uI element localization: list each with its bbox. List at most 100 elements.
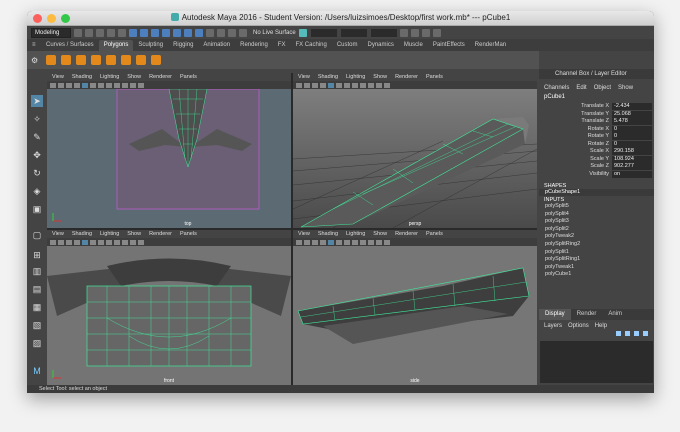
attribute-row[interactable]: Translate Z 5.478	[539, 118, 654, 125]
attribute-row[interactable]: Visibility on	[539, 170, 654, 178]
view-menu[interactable]: View	[298, 73, 310, 81]
poly-platonic-icon[interactable]	[151, 55, 161, 65]
render-frame-icon[interactable]	[217, 28, 225, 37]
shelf-tab-sculpting[interactable]: Sculpting	[133, 40, 168, 51]
renderer-menu[interactable]: Renderer	[395, 230, 418, 238]
poly-cube-icon[interactable]	[61, 55, 71, 65]
grid-icon[interactable]	[320, 82, 326, 88]
grid-icon[interactable]	[74, 82, 80, 88]
lighting-menu[interactable]: Lighting	[346, 230, 365, 238]
lights-icon[interactable]	[106, 82, 112, 88]
lighting-menu[interactable]: Lighting	[346, 73, 365, 81]
input-field-z[interactable]	[370, 28, 397, 37]
shading-menu[interactable]: Shading	[72, 230, 92, 238]
move-layer-up-icon[interactable]	[616, 331, 621, 336]
gate-icon[interactable]	[138, 239, 144, 245]
tab-render[interactable]: Render	[571, 309, 603, 320]
isolate-icon[interactable]	[376, 239, 382, 245]
options-menu[interactable]: Options	[568, 321, 589, 331]
outliner-layout-icon[interactable]: ▦	[31, 301, 43, 313]
isolate-icon[interactable]	[130, 239, 136, 245]
lasso-tool-icon[interactable]: ✧	[31, 113, 43, 125]
image-plane-icon[interactable]	[312, 82, 318, 88]
tool-settings-icon[interactable]	[421, 28, 430, 37]
smooth-shade-icon[interactable]	[336, 239, 342, 245]
bookmark-icon[interactable]	[304, 239, 310, 245]
input-node[interactable]: polyTweak2	[539, 233, 654, 241]
redo-icon[interactable]	[118, 28, 126, 37]
camera-icon[interactable]	[296, 82, 302, 88]
wireframe-icon[interactable]	[82, 239, 88, 245]
attribute-row[interactable]: Rotate Z0	[539, 140, 654, 148]
attribute-value[interactable]: 0	[612, 133, 652, 140]
shelf-tab-renderman[interactable]: RenderMan	[470, 40, 511, 51]
image-plane-icon[interactable]	[66, 239, 72, 245]
ipr-render-icon[interactable]	[228, 28, 236, 37]
xray-icon[interactable]	[122, 82, 128, 88]
wireframe-icon[interactable]	[328, 82, 334, 88]
poly-torus-icon[interactable]	[121, 55, 131, 65]
view-menu[interactable]: View	[298, 230, 310, 238]
tab-display[interactable]: Display	[539, 309, 571, 320]
move-layer-down-icon[interactable]	[625, 331, 630, 336]
channel-box-toggle-icon[interactable]	[432, 28, 441, 37]
input-node[interactable]: polySplit1	[539, 249, 654, 257]
open-scene-icon[interactable]	[85, 28, 93, 37]
attribute-row[interactable]: Translate X -2.434	[539, 103, 654, 110]
bookmark-icon[interactable]	[304, 82, 310, 88]
move-tool-icon[interactable]: ✥	[31, 149, 43, 161]
shelf-tab-rigging[interactable]: Rigging	[168, 40, 198, 51]
shading-menu[interactable]: Shading	[318, 73, 338, 81]
lights-icon[interactable]	[106, 239, 112, 245]
panels-menu[interactable]: Panels	[180, 73, 197, 81]
snap-curve-icon[interactable]	[173, 28, 181, 37]
attribute-value[interactable]: -2.434	[612, 103, 652, 110]
view-menu[interactable]: View	[52, 73, 64, 81]
viewport-canvas[interactable]: top	[47, 88, 291, 228]
attribute-value[interactable]: 902.277	[612, 163, 652, 170]
show-menu[interactable]: Show	[373, 230, 387, 238]
shelf-tab-fx-caching[interactable]: FX Caching	[290, 40, 331, 51]
snap-point-icon[interactable]	[184, 28, 192, 37]
show-menu[interactable]: Show	[373, 73, 387, 81]
shadows-icon[interactable]	[360, 239, 366, 245]
shelf-tab-fx[interactable]: FX	[273, 40, 291, 51]
tab-anim[interactable]: Anim	[602, 309, 628, 320]
attribute-row[interactable]: Scale Z 902.277	[539, 163, 654, 170]
select-tool-icon[interactable]: ➤	[31, 95, 43, 107]
hypershade-layout-icon[interactable]: ▨	[31, 337, 43, 349]
layer-list[interactable]	[540, 341, 653, 383]
show-menu[interactable]: Show	[127, 230, 141, 238]
graph-editor-layout-icon[interactable]: ▧	[31, 319, 43, 331]
shading-menu[interactable]: Shading	[72, 73, 92, 81]
selected-object-name[interactable]: pCube1	[539, 91, 654, 100]
shelf-tab-polygons[interactable]: Polygons	[98, 40, 134, 51]
layers-menu[interactable]: Layers	[544, 321, 562, 331]
wireframe-icon[interactable]	[82, 82, 88, 88]
attribute-value[interactable]: 108.924	[612, 155, 652, 163]
smooth-shade-icon[interactable]	[90, 82, 96, 88]
viewport-canvas[interactable]: side	[293, 246, 537, 385]
attribute-value[interactable]: 25.068	[612, 110, 652, 118]
textured-icon[interactable]	[98, 239, 104, 245]
persp-outliner-layout-icon[interactable]: ▤	[31, 283, 43, 295]
input-node[interactable]: polySplitRing2	[539, 241, 654, 249]
input-node[interactable]: polySplit4	[539, 211, 654, 219]
snap-grid-icon[interactable]	[162, 28, 170, 37]
wireframe-icon[interactable]	[328, 239, 334, 245]
select-object-icon[interactable]	[140, 28, 148, 37]
lighting-menu[interactable]: Lighting	[100, 73, 119, 81]
shape-node[interactable]: pCubeShape1	[539, 188, 654, 197]
panels-menu[interactable]: Panels	[426, 73, 443, 81]
last-tool-icon[interactable]: ▣	[31, 203, 43, 215]
input-field-x[interactable]	[310, 28, 337, 37]
shelf-tab-muscle[interactable]: Muscle	[399, 40, 428, 51]
single-perspective-layout-icon[interactable]: ▢	[31, 229, 43, 241]
live-surface-label[interactable]: No Live Surface	[253, 30, 296, 36]
attribute-value[interactable]: 0	[612, 140, 652, 148]
shelf-tab-dynamics[interactable]: Dynamics	[363, 40, 399, 51]
attribute-value[interactable]: 290.158	[612, 148, 652, 155]
attribute-editor-icon[interactable]	[410, 28, 419, 37]
bookmark-icon[interactable]	[58, 239, 64, 245]
channels-menu[interactable]: Channels	[544, 85, 569, 91]
